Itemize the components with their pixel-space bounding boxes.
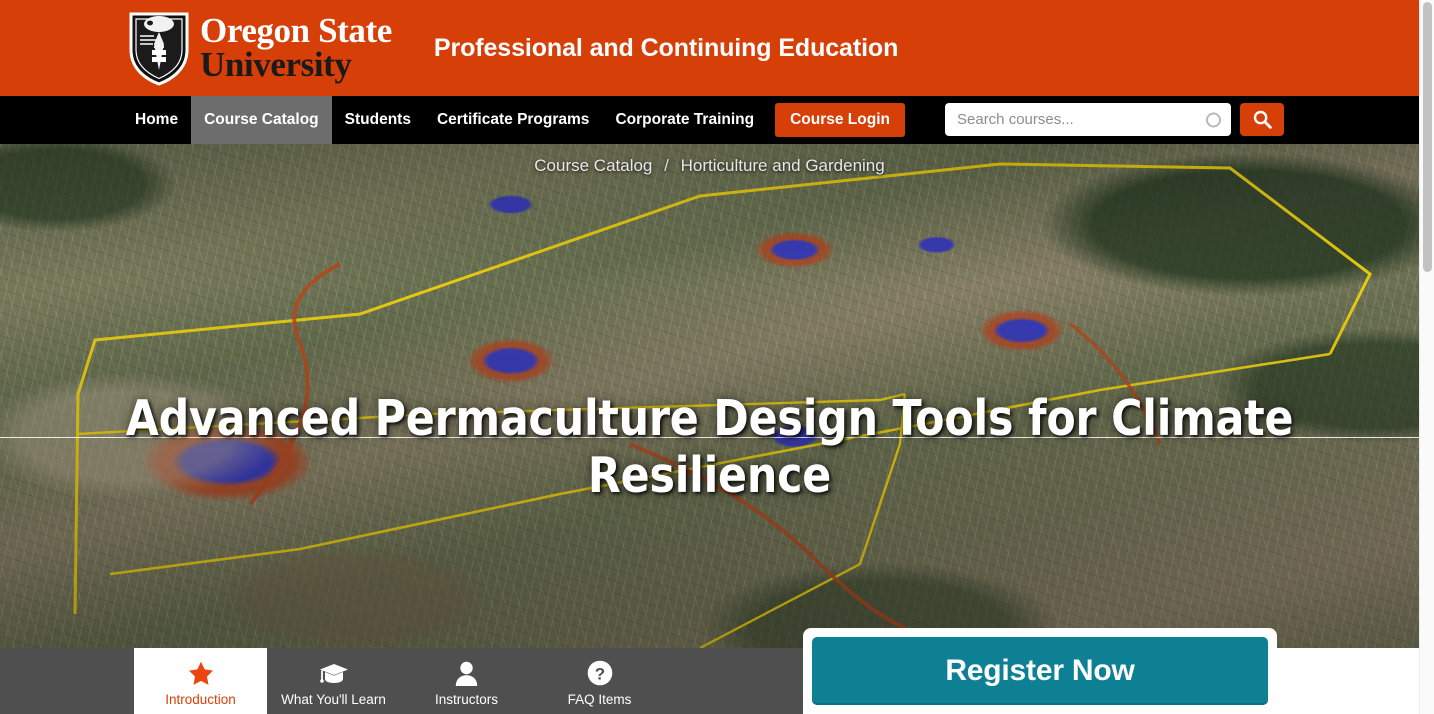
- register-now-button[interactable]: Register Now: [812, 637, 1268, 705]
- logo-line-2: University: [200, 45, 352, 84]
- logo-line-1: Oregon State: [200, 10, 392, 50]
- tabbar-left-spacer: [0, 648, 134, 714]
- breadcrumb: Course Catalog / Horticulture and Garden…: [0, 156, 1419, 176]
- tab-faq-items-label: FAQ Items: [567, 692, 632, 707]
- star-icon: [188, 659, 214, 687]
- tab-instructors[interactable]: Instructors: [400, 648, 533, 714]
- browser-page: Oregon State University Professional and…: [0, 0, 1434, 714]
- svg-text:?: ?: [594, 664, 604, 683]
- tab-faq-items[interactable]: ? FAQ Items: [533, 648, 666, 714]
- tab-what-youll-learn-label: What You'll Learn: [281, 692, 386, 707]
- question-circle-icon: ?: [587, 659, 613, 687]
- page-title: Advanced Permaculture Design Tools for C…: [125, 389, 1294, 504]
- circle-spinner-icon: [1206, 112, 1221, 127]
- person-icon: [455, 659, 478, 687]
- nav-item-corporate-training[interactable]: Corporate Training: [602, 96, 767, 144]
- nav-item-students[interactable]: Students: [332, 96, 424, 144]
- graduation-cap-icon: [319, 659, 349, 687]
- breadcrumb-parent[interactable]: Course Catalog: [534, 156, 652, 175]
- tab-what-youll-learn[interactable]: What You'll Learn: [267, 648, 400, 714]
- register-card: Register Now: [803, 628, 1277, 714]
- course-section-tabs: Introduction What You'll Learn Instructo…: [0, 648, 803, 714]
- osu-logo[interactable]: Oregon State University: [128, 6, 392, 90]
- header-tagline: Professional and Continuing Education: [433, 33, 899, 62]
- nav-links: Home Course Catalog Students Certificate…: [122, 96, 905, 144]
- site-header: Oregon State University Professional and…: [0, 0, 1419, 96]
- osu-beaver-shield-icon: [129, 12, 189, 86]
- page-scrollbar[interactable]: [1419, 0, 1434, 714]
- search-input[interactable]: [945, 103, 1231, 136]
- nav-item-course-catalog[interactable]: Course Catalog: [191, 96, 332, 144]
- scrollbar-thumb[interactable]: [1423, 2, 1432, 272]
- breadcrumb-separator: /: [664, 156, 669, 175]
- search-button[interactable]: [1240, 103, 1284, 136]
- tab-introduction-label: Introduction: [165, 692, 236, 707]
- course-login-button[interactable]: Course Login: [775, 103, 905, 137]
- search-field: [945, 103, 1231, 136]
- nav-item-home[interactable]: Home: [122, 96, 191, 144]
- nav-search-area: [945, 103, 1284, 136]
- breadcrumb-current[interactable]: Horticulture and Gardening: [681, 156, 885, 175]
- main-navbar: Home Course Catalog Students Certificate…: [0, 96, 1419, 144]
- tab-introduction[interactable]: Introduction: [134, 648, 267, 714]
- page-viewport: Oregon State University Professional and…: [0, 0, 1419, 714]
- tab-instructors-label: Instructors: [434, 692, 499, 707]
- nav-item-certificate-programs[interactable]: Certificate Programs: [424, 96, 602, 144]
- search-icon: [1253, 110, 1272, 129]
